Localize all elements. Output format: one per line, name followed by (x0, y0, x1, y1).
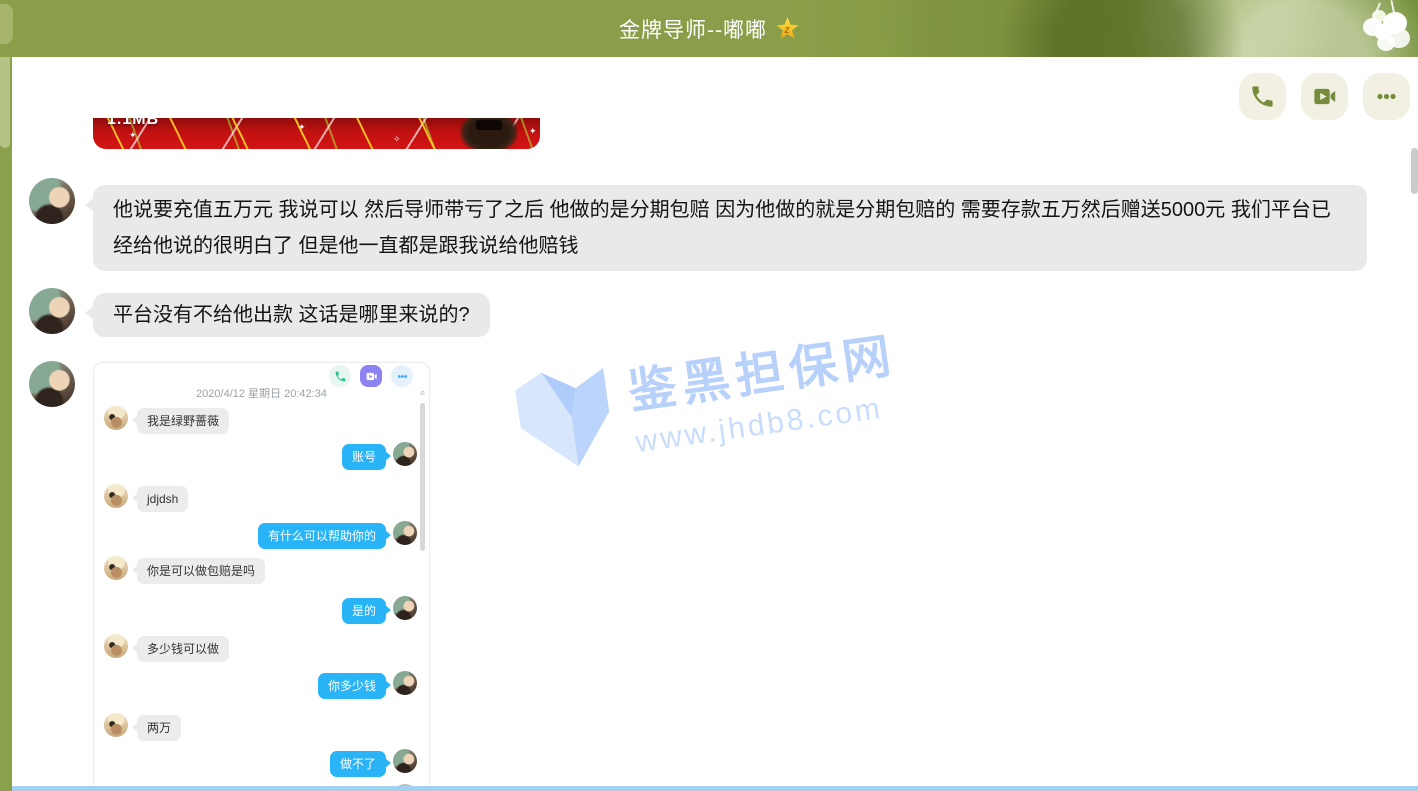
video-camera-icon (1311, 83, 1338, 110)
mini-message-bubble: 我是绿野蔷薇 (137, 408, 229, 434)
mini-avatar (104, 713, 128, 737)
mini-avatar (393, 521, 417, 545)
screenshot-timestamp: 2020/4/12 星期日 20:42:34 (94, 385, 429, 401)
mini-message-row: 你多少钱 (94, 671, 429, 699)
mini-avatar (393, 671, 417, 695)
mini-avatar (104, 556, 128, 580)
file-size-label: 1.1MB (107, 118, 159, 129)
contact-name: 金牌导师--嘟嘟 (619, 14, 767, 44)
flower-stem (1373, 2, 1381, 17)
image-message-red-banner[interactable]: 1.1MB ✦ ✦ ✧ ✦ (93, 118, 540, 149)
mini-message-bubble: 是的 (342, 598, 386, 624)
scrollbar-thumb[interactable] (1411, 148, 1418, 194)
mini-video-icon (360, 365, 382, 387)
page-title: 金牌导师--嘟嘟 z (619, 14, 799, 44)
watermark-logo-icon (506, 349, 624, 482)
mini-avatar (104, 484, 128, 508)
mini-avatar (393, 442, 417, 466)
video-call-button[interactable] (1301, 73, 1348, 120)
mini-message-bubble: 你多少钱 (318, 673, 386, 699)
mini-avatar (393, 749, 417, 773)
avatar[interactable] (29, 361, 75, 407)
flower-stem (1390, 0, 1395, 16)
avatar[interactable] (29, 288, 75, 334)
mini-message-bubble: jdjdsh (137, 486, 188, 512)
mini-message-row: 你是可以做包赔是吗 (94, 556, 429, 584)
ellipsis-icon (1373, 83, 1400, 110)
screenshot-image-message[interactable]: « 2020/4/12 星期日 20:42:34 我是绿野蔷薇账号jdjdsh有… (93, 362, 430, 791)
mini-message-row: 是的 (94, 596, 429, 624)
mini-message-bubble: 做不了 (330, 751, 386, 777)
message-bubble: 平台没有不给他出款 这话是哪里来说的? (93, 293, 490, 337)
mini-avatar (104, 406, 128, 430)
phone-icon (1249, 83, 1276, 110)
person-silhouette (460, 118, 518, 149)
screenshot-toolbar (329, 365, 413, 387)
mini-avatar (393, 596, 417, 620)
left-window-edge-highlight (0, 57, 10, 148)
watermark-site-name: 鉴黑担保网 (623, 316, 900, 423)
mini-message-row: jdjdsh (94, 484, 429, 512)
voice-call-button[interactable] (1239, 73, 1286, 120)
watermark-site-url: www.jhdb8.com (634, 389, 906, 460)
mini-message-bubble: 有什么可以帮助你的 (258, 523, 386, 549)
mini-avatar (104, 634, 128, 658)
mini-message-row: 多少钱可以做 (94, 634, 429, 662)
mini-message-bubble: 两万 (137, 715, 181, 741)
mini-ellipsis-icon (391, 365, 413, 387)
mini-message-row: 做不了 (94, 749, 429, 777)
left-window-edge (0, 57, 12, 791)
more-options-button[interactable] (1363, 73, 1410, 120)
mini-message-row: 两万 (94, 713, 429, 741)
window-corner-tab (0, 4, 13, 44)
mini-message-bubble: 你是可以做包赔是吗 (137, 558, 265, 584)
mini-phone-icon (329, 365, 351, 387)
bottom-highlight-line (12, 786, 1418, 791)
chat-window: 金牌导师--嘟嘟 z 1.1MB ✦ ✦ ✧ ✦ (0, 0, 1418, 791)
mini-message-bubble: 多少钱可以做 (137, 636, 229, 662)
avatar[interactable] (29, 178, 75, 224)
mini-message-row: 有什么可以帮助你的 (94, 521, 429, 549)
watermark: 鉴黑担保网 www.jhdb8.com (506, 310, 907, 483)
message-bubble: 他说要充值五万元 我说可以 然后导师带亏了之后 他做的是分期包赔 因为他做的就是… (93, 185, 1367, 271)
mini-message-row: 账号 (94, 442, 429, 470)
star-badge-icon: z (776, 17, 799, 40)
header-bar: 金牌导师--嘟嘟 z (0, 0, 1418, 57)
mini-message-row: 我是绿野蔷薇 (94, 406, 429, 434)
mini-message-bubble: 账号 (342, 444, 386, 470)
flower-decoration (1374, 24, 1392, 40)
